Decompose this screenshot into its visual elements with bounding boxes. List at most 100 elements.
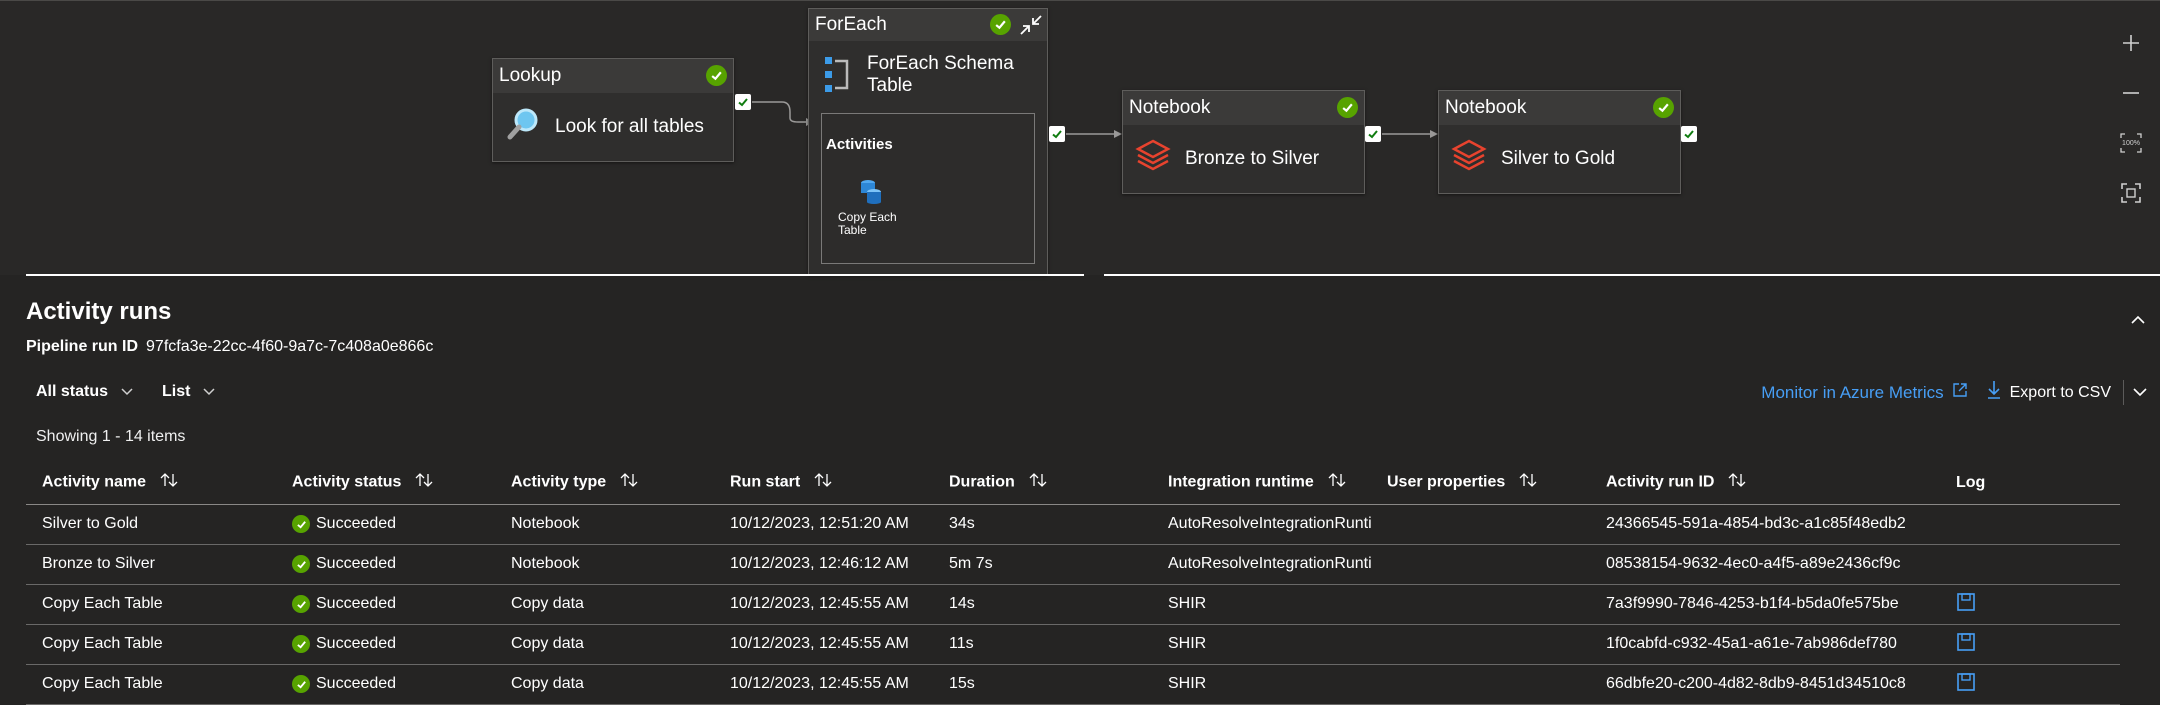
- column-header-activity-run-id[interactable]: Activity run ID: [1590, 462, 1940, 505]
- fit-to-screen-icon[interactable]: [2116, 178, 2146, 208]
- monitor-link-label: Monitor in Azure Metrics: [1761, 382, 1944, 402]
- column-header-activity-type[interactable]: Activity type: [495, 462, 714, 505]
- column-label: Duration: [949, 473, 1015, 491]
- log-file-icon[interactable]: [1956, 672, 1976, 692]
- zoom-out-icon[interactable]: [2116, 78, 2146, 108]
- collapse-arrows-icon[interactable]: [1019, 14, 1043, 36]
- notebook-node-label: Bronze to Silver: [1185, 148, 1320, 169]
- cell-activity-name[interactable]: Silver to Gold: [26, 504, 276, 545]
- cell-activity-run-id: 7a3f9990-7846-4253-b1f4-b5da0fe575be: [1590, 584, 1940, 625]
- sort-icon[interactable]: [160, 472, 178, 493]
- sort-icon[interactable]: [620, 472, 638, 493]
- notebook-bronze-to-silver-node[interactable]: Notebook Bronze to Silver: [1122, 90, 1365, 194]
- column-header-duration[interactable]: Duration: [933, 462, 1152, 505]
- panel-divider-left[interactable]: [26, 274, 1084, 276]
- download-icon: [1986, 380, 2002, 405]
- foreach-activities-box[interactable]: Activities Copy Each Table: [821, 113, 1035, 264]
- copy-each-label-line2: Table: [838, 223, 867, 237]
- cell-log: [1940, 624, 2120, 665]
- succeeded-check-icon: [292, 515, 310, 533]
- lookup-success-output-checkbox[interactable]: [735, 94, 751, 110]
- lookup-activity-node[interactable]: Lookup Look for all tables: [492, 58, 734, 162]
- foreach-activity-node[interactable]: ForEach ForEach Schema Table Activities …: [808, 8, 1048, 275]
- column-label: Activity name: [42, 473, 147, 491]
- cell-run-start: 10/12/2023, 12:45:55 AM: [714, 664, 933, 705]
- cell-activity-run-id: 66dbfe20-c200-4d82-8db9-8451d34510c8: [1590, 664, 1940, 705]
- activities-title: Activities: [826, 136, 893, 153]
- export-csv-label: Export to CSV: [2009, 383, 2111, 401]
- notebook-node-header: Notebook: [1439, 91, 1680, 125]
- cell-duration: 5m 7s: [933, 544, 1152, 585]
- column-header-activity-status[interactable]: Activity status: [276, 462, 495, 505]
- sort-icon[interactable]: [415, 472, 433, 493]
- column-label: Activity run ID: [1606, 473, 1715, 491]
- cell-activity-name[interactable]: Copy Each Table: [26, 584, 276, 625]
- cell-activity-name[interactable]: Copy Each Table: [26, 624, 276, 665]
- export-options-chevron-down-icon[interactable]: [2132, 383, 2148, 403]
- monitor-azure-metrics-link[interactable]: Monitor in Azure Metrics: [1761, 382, 1967, 403]
- column-header-log: Log: [1940, 462, 2120, 505]
- zoom-in-icon[interactable]: [2116, 28, 2146, 58]
- cell-user-properties: [1371, 584, 1590, 625]
- column-label: Activity type: [511, 473, 607, 491]
- zoom-100-icon[interactable]: 100%: [2116, 128, 2146, 158]
- sort-icon[interactable]: [1728, 472, 1746, 493]
- status-filter-dropdown[interactable]: All status: [36, 383, 134, 401]
- succeeded-check-icon: [292, 595, 310, 613]
- pipeline-canvas[interactable]: Lookup Look for all tables ForEach ForEa…: [0, 0, 2160, 275]
- databricks-icon: [1451, 138, 1487, 180]
- foreach-label-line1: ForEach Schema: [867, 53, 1014, 74]
- cell-activity-name[interactable]: Bronze to Silver: [26, 544, 276, 585]
- column-header-integration-runtime[interactable]: Integration runtime: [1152, 462, 1371, 505]
- cell-activity-run-id: 24366545-591a-4854-bd3c-a1c85f48edb2: [1590, 504, 1940, 545]
- view-mode-dropdown[interactable]: List: [162, 383, 216, 401]
- table-row[interactable]: Bronze to Silver Succeeded Notebook 10/1…: [26, 544, 2120, 585]
- table-row[interactable]: Silver to Gold Succeeded Notebook 10/12/…: [26, 504, 2120, 545]
- cell-activity-type: Copy data: [495, 584, 714, 625]
- cell-log: [1940, 664, 2120, 705]
- log-file-icon[interactable]: [1956, 632, 1976, 652]
- status-text: Succeeded: [316, 595, 397, 612]
- cell-activity-run-id: 1f0cabfd-c932-45a1-a61e-7ab986def780: [1590, 624, 1940, 665]
- cell-activity-status: Succeeded: [276, 624, 495, 665]
- panel-actions: Monitor in Azure Metrics Export to CSV: [1761, 380, 2148, 405]
- column-label: Run start: [730, 473, 801, 491]
- panel-title: Activity runs: [26, 298, 172, 325]
- pipeline-run-id-value: 97fcfa3e-22cc-4f60-9a7c-7c408a0e866c: [146, 338, 434, 355]
- table-row[interactable]: Copy Each Table Succeeded Copy data 10/1…: [26, 664, 2120, 705]
- log-file-icon[interactable]: [1956, 592, 1976, 612]
- lookup-node-type: Lookup: [499, 65, 562, 86]
- cell-integration-runtime: AutoResolveIntegrationRunti: [1152, 544, 1371, 585]
- status-text: Succeeded: [316, 515, 397, 532]
- column-label: Integration runtime: [1168, 473, 1314, 491]
- sort-icon[interactable]: [1328, 472, 1346, 493]
- foreach-node-header: ForEach: [809, 9, 1047, 41]
- notebook2-success-output-checkbox[interactable]: [1681, 126, 1697, 142]
- external-link-icon: [1952, 382, 1968, 403]
- sort-icon[interactable]: [1519, 472, 1537, 493]
- column-header-run-start[interactable]: Run start: [714, 462, 933, 505]
- foreach-success-output-checkbox[interactable]: [1049, 126, 1065, 142]
- status-text: Succeeded: [316, 675, 397, 692]
- magnifier-icon: [505, 106, 541, 148]
- databricks-icon: [1135, 138, 1171, 180]
- copy-each-table-activity[interactable]: Copy Each Table: [838, 178, 918, 237]
- cell-duration: 11s: [933, 624, 1152, 665]
- cell-activity-type: Notebook: [495, 544, 714, 585]
- notebook-silver-to-gold-node[interactable]: Notebook Silver to Gold: [1438, 90, 1681, 194]
- table-row[interactable]: Copy Each Table Succeeded Copy data 10/1…: [26, 624, 2120, 665]
- sort-icon[interactable]: [814, 472, 832, 493]
- column-header-user-properties[interactable]: User properties: [1371, 462, 1590, 505]
- export-csv-button[interactable]: Export to CSV: [1986, 380, 2124, 405]
- notebook1-success-output-checkbox[interactable]: [1365, 126, 1381, 142]
- table-row[interactable]: Copy Each Table Succeeded Copy data 10/1…: [26, 584, 2120, 625]
- notebook-node-label: Silver to Gold: [1501, 148, 1616, 169]
- cell-log: [1940, 544, 2120, 585]
- panel-divider-right[interactable]: [1104, 274, 2160, 276]
- cell-integration-runtime: SHIR: [1152, 664, 1371, 705]
- column-header-activity-name[interactable]: Activity name: [26, 462, 276, 505]
- collapse-panel-chevron-up-icon[interactable]: [2128, 310, 2148, 330]
- sort-icon[interactable]: [1029, 472, 1047, 493]
- cell-activity-name[interactable]: Copy Each Table: [26, 664, 276, 705]
- success-check-icon: [990, 14, 1011, 35]
